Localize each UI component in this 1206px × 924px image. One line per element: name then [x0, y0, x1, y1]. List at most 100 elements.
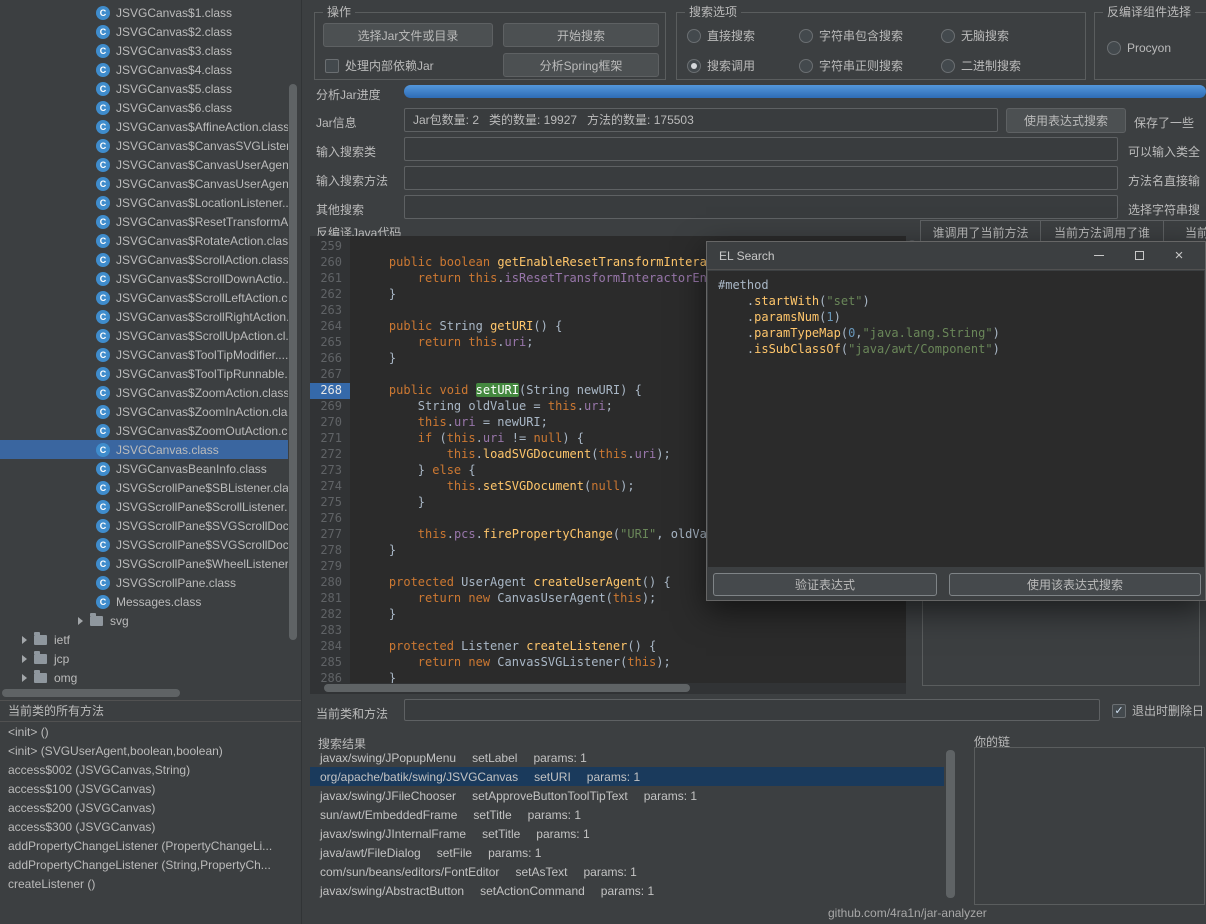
search-option-radio[interactable]: 搜索调用 — [687, 57, 755, 74]
el-expression-editor[interactable]: #method .startWith("set") .paramsNum(1) … — [708, 271, 1204, 567]
search-option-radio[interactable]: 字符串正则搜索 — [799, 57, 903, 74]
delete-log-on-exit-checkbox[interactable]: 退出时删除日 — [1112, 702, 1206, 719]
tree-item[interactable]: C JSVGCanvas$LocationListener.... — [0, 193, 288, 212]
search-method-input[interactable] — [404, 166, 1118, 190]
search-result-row[interactable]: org/apache/batik/swing/JSVGCanvas setURI p… — [310, 767, 944, 786]
result-params: params: 1 — [533, 750, 587, 765]
search-result-row[interactable]: sun/awt/EmbeddedFrame setTitle params: 1 — [310, 805, 944, 824]
search-result-row[interactable]: javax/swing/AbstractButton setActionComma… — [310, 881, 944, 900]
search-option-radio[interactable]: 二进制搜索 — [941, 57, 1021, 74]
tree-horizontal-scrollbar[interactable] — [0, 688, 288, 699]
tree-item[interactable]: C JSVGCanvas$ScrollLeftAction.c... — [0, 288, 288, 307]
scrollbar-thumb[interactable] — [289, 84, 297, 640]
method-list-item[interactable]: <init> (SVGUserAgent,boolean,boolean) — [0, 742, 301, 761]
class-icon: C — [96, 366, 110, 381]
tree-item[interactable]: C JSVGCanvas$CanvasUserAgen... — [0, 174, 288, 193]
tree-item[interactable]: C JSVGCanvas$RotateAction.clas... — [0, 231, 288, 250]
tree-item[interactable]: C JSVGCanvas$6.class — [0, 98, 288, 117]
tree-item[interactable]: C JSVGCanvas$3.class — [0, 41, 288, 60]
method-list-item[interactable]: access$200 (JSVGCanvas) — [0, 799, 301, 818]
tree-item[interactable]: C JSVGCanvasBeanInfo.class — [0, 459, 288, 478]
search-class-input[interactable] — [404, 137, 1118, 161]
inner-jar-checkbox[interactable]: 处理内部依赖Jar — [325, 57, 434, 74]
tree-item[interactable]: C JSVGCanvas$ScrollAction.class — [0, 250, 288, 269]
chevron-right-icon[interactable] — [22, 673, 27, 682]
tree-item[interactable]: C JSVGCanvas$ZoomInAction.cla... — [0, 402, 288, 421]
tree-item[interactable]: svg — [0, 611, 288, 630]
tree-item[interactable]: C JSVGCanvas$CanvasUserAgen... — [0, 155, 288, 174]
tree-item-label: JSVGCanvas$ZoomAction.class — [116, 385, 288, 400]
tree-item[interactable]: C JSVGScrollPane$SVGScrollDoc... — [0, 535, 288, 554]
tree-item[interactable]: C JSVGScrollPane$SBListener.cla... — [0, 478, 288, 497]
search-option-radio[interactable]: 字符串包含搜索 — [799, 27, 903, 44]
tree-item[interactable]: C JSVGCanvas$ResetTransformA... — [0, 212, 288, 231]
chevron-right-icon[interactable] — [22, 654, 27, 663]
current-class-method-field[interactable]: org/apache/batik/swing/JSVGCanvassetURIp… — [404, 699, 1100, 721]
tree-item[interactable]: C JSVGCanvas$ScrollRightAction... — [0, 307, 288, 326]
search-result-row[interactable]: java/awt/FileDialog setFile params: 1 — [310, 843, 944, 862]
close-button[interactable]: × — [1165, 247, 1193, 265]
line-number: 275 — [320, 495, 342, 509]
method-list-item[interactable]: addPropertyChangeListener (PropertyChang… — [0, 837, 301, 856]
results-vertical-scrollbar[interactable] — [944, 748, 957, 901]
tree-item[interactable]: C JSVGCanvas$ZoomAction.class — [0, 383, 288, 402]
method-list-item[interactable]: access$100 (JSVGCanvas) — [0, 780, 301, 799]
maximize-button[interactable] — [1125, 247, 1153, 265]
tree-item[interactable]: jcp — [0, 649, 288, 668]
chevron-right-icon[interactable] — [22, 635, 27, 644]
tree-item[interactable]: C JSVGScrollPane$ScrollListener.... — [0, 497, 288, 516]
tree-item[interactable]: C JSVGCanvas$4.class — [0, 60, 288, 79]
tree-item[interactable]: C Messages.class — [0, 592, 288, 611]
tree-item[interactable]: C JSVGCanvas.class — [0, 440, 288, 459]
tree-item[interactable]: C JSVGCanvas$ToolTipRunnable... — [0, 364, 288, 383]
search-result-row[interactable]: com/sun/beans/editors/FontEditor setAsTex… — [310, 862, 944, 881]
search-result-row[interactable]: javax/swing/JPopupMenu setLabel params: 1 — [310, 748, 944, 767]
method-list-item[interactable]: access$300 (JSVGCanvas) — [0, 818, 301, 837]
chevron-right-icon[interactable] — [78, 616, 83, 625]
radio-icon — [1107, 41, 1121, 55]
search-option-radio[interactable]: 无脑搜索 — [941, 27, 1009, 44]
select-jar-button[interactable]: 选择Jar文件或目录 — [323, 23, 493, 47]
el-code-line: #method — [718, 278, 769, 292]
validate-expression-button[interactable]: 验证表达式 — [713, 573, 937, 596]
tree-item[interactable]: C JSVGCanvas$1.class — [0, 3, 288, 22]
method-list-item[interactable]: createListener () — [0, 875, 301, 894]
tree-item[interactable]: C JSVGCanvas$CanvasSVGListen... — [0, 136, 288, 155]
tree-item[interactable]: C JSVGCanvas$ScrollUpAction.cl... — [0, 326, 288, 345]
method-list-item[interactable]: <init> () — [0, 723, 301, 742]
other-search-input[interactable] — [404, 195, 1118, 219]
method-list-item[interactable]: access$002 (JSVGCanvas,String) — [0, 761, 301, 780]
tree-item[interactable]: C JSVGScrollPane.class — [0, 573, 288, 592]
tree-item[interactable]: omg — [0, 668, 288, 687]
minimize-button[interactable] — [1085, 247, 1113, 265]
line-number: 285 — [320, 655, 342, 669]
tree-item[interactable]: C JSVGCanvas$AffineAction.class — [0, 117, 288, 136]
tree-item-label: omg — [54, 670, 78, 685]
editor-horizontal-scrollbar[interactable] — [310, 683, 906, 694]
procyon-radio[interactable]: Procyon — [1107, 41, 1171, 55]
search-result-row[interactable]: javax/swing/JInternalFrame setTitle params… — [310, 824, 944, 843]
expression-search-button[interactable]: 使用表达式搜索 — [1006, 108, 1126, 133]
tree-item[interactable]: ietf — [0, 630, 288, 649]
use-expression-search-button[interactable]: 使用该表达式搜索 — [949, 573, 1201, 596]
scrollbar-thumb[interactable] — [2, 689, 180, 697]
el-search-titlebar[interactable]: EL Search × — [707, 242, 1205, 270]
tree-item[interactable]: C JSVGCanvas$2.class — [0, 22, 288, 41]
tree-item[interactable]: C JSVGScrollPane$WheelListener... — [0, 554, 288, 573]
tree-item[interactable]: C JSVGScrollPane$SVGScrollDoc... — [0, 516, 288, 535]
analyze-spring-button[interactable]: 分析Spring框架 — [503, 53, 659, 77]
search-result-row[interactable]: javax/swing/JFileChooser setApproveButton… — [310, 786, 944, 805]
result-params: params: 1 — [536, 826, 590, 841]
tree-item[interactable]: C JSVGCanvas$ZoomOutAction.c... — [0, 421, 288, 440]
scrollbar-thumb[interactable] — [946, 750, 955, 898]
method-list-item[interactable]: addPropertyChangeListener (String,Proper… — [0, 856, 301, 875]
scrollbar-thumb[interactable] — [324, 684, 690, 692]
tree-item[interactable]: C JSVGCanvas$5.class — [0, 79, 288, 98]
result-params: params: 1 — [583, 864, 637, 879]
tree-vertical-scrollbar[interactable] — [288, 0, 299, 687]
tree-item[interactable]: C JSVGCanvas$ToolTipModifier.... — [0, 345, 288, 364]
start-search-button[interactable]: 开始搜索 — [503, 23, 659, 47]
tree-item[interactable]: C JSVGCanvas$ScrollDownActio... — [0, 269, 288, 288]
search-option-radio[interactable]: 直接搜索 — [687, 27, 755, 44]
jar-info-field[interactable]: Jar包数量: 2 类的数量: 19927 方法的数量: 175503 — [404, 108, 998, 132]
